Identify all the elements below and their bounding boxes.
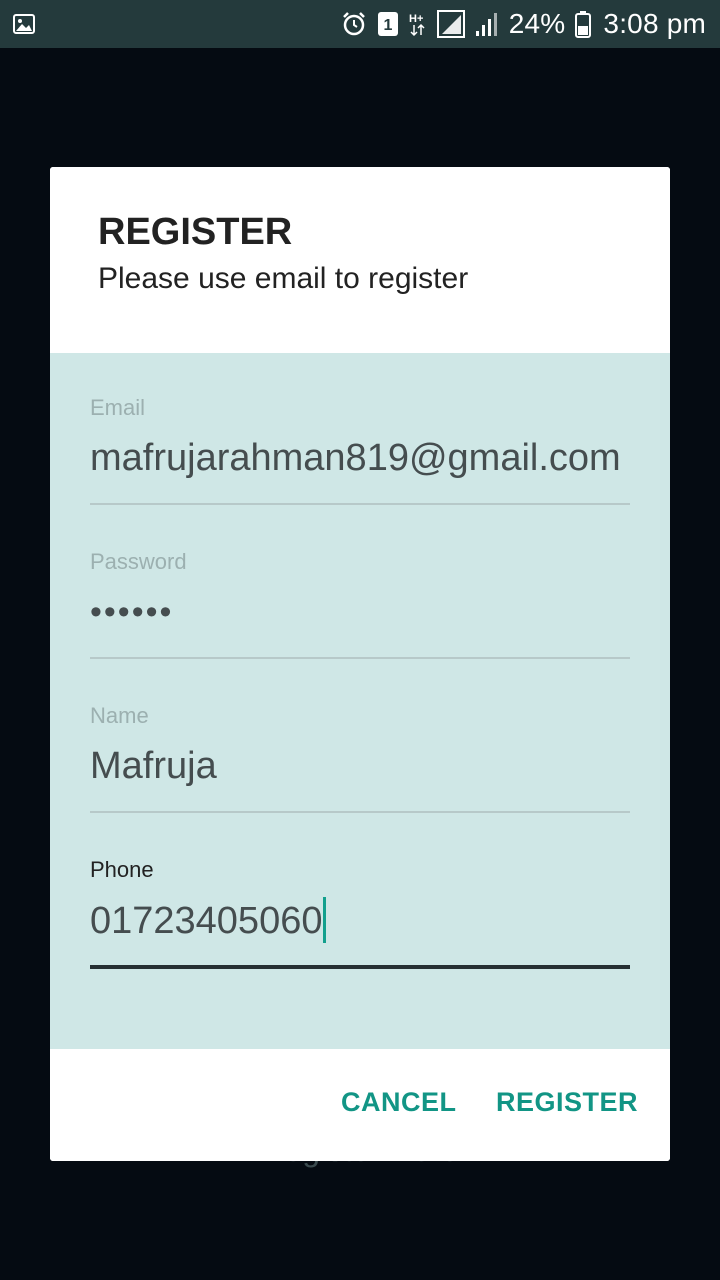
email-underline [90,503,630,505]
email-input[interactable]: mafrujarahman819@gmail.com [90,435,630,481]
gallery-icon [13,14,35,34]
password-underline [90,657,630,659]
phone-label: Phone [90,857,154,882]
alarm-icon [342,12,365,36]
password-input[interactable]: •••••• [90,589,630,635]
dialog-actions: CANCEL REGISTER [50,1049,670,1161]
register-dialog: REGISTER Please use email to register Em… [50,167,670,1161]
text-cursor [323,897,327,943]
register-button[interactable]: REGISTER [496,1087,638,1118]
battery-icon [575,11,592,38]
password-field[interactable]: Password •••••• [90,549,630,659]
phone-underline [90,965,630,969]
cancel-button[interactable]: CANCEL [341,1087,457,1118]
network-type-label: H+ [409,13,423,25]
register-form: Email mafrujarahman819@gmail.com Passwor… [50,353,670,1049]
name-input[interactable]: Mafruja [90,743,630,789]
signal-weak-icon [475,13,497,36]
signal-icon [436,10,465,38]
sim-1-icon: 1 [377,12,398,36]
clock: 3:08 pm [603,8,706,39]
dialog-subtitle: Please use email to register [98,262,469,295]
sim-number: 1 [383,17,392,34]
battery-percent: 24% [508,8,566,39]
password-label: Password [90,549,187,574]
phone-input[interactable]: 01723405060 [90,897,630,943]
email-field[interactable]: Email mafrujarahman819@gmail.com [90,395,630,505]
phone-field[interactable]: Phone 01723405060 [90,857,630,969]
name-field[interactable]: Name Mafruja [90,703,630,813]
status-bar: 1 H+ 24% 3:08 pm [0,0,720,48]
phone-input-text: 01723405060 [90,900,323,943]
name-label: Name [90,703,149,728]
dialog-title: REGISTER [98,211,293,253]
hplus-data-icon: H+ [409,13,425,37]
name-underline [90,811,630,813]
email-label: Email [90,395,146,420]
dialog-header: REGISTER Please use email to register [50,167,670,353]
